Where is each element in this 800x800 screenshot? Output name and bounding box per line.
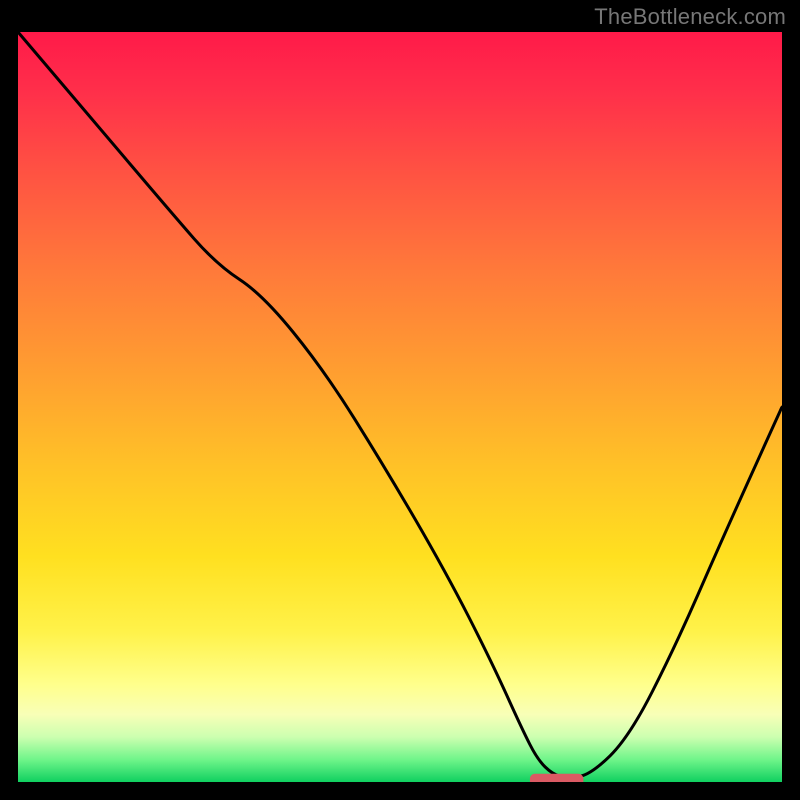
bottleneck-curve <box>18 32 782 777</box>
plot-area <box>18 32 782 782</box>
chart-frame: TheBottleneck.com <box>0 0 800 800</box>
curve-layer <box>18 32 782 782</box>
attribution-text: TheBottleneck.com <box>594 4 786 30</box>
minimum-marker <box>530 774 584 782</box>
